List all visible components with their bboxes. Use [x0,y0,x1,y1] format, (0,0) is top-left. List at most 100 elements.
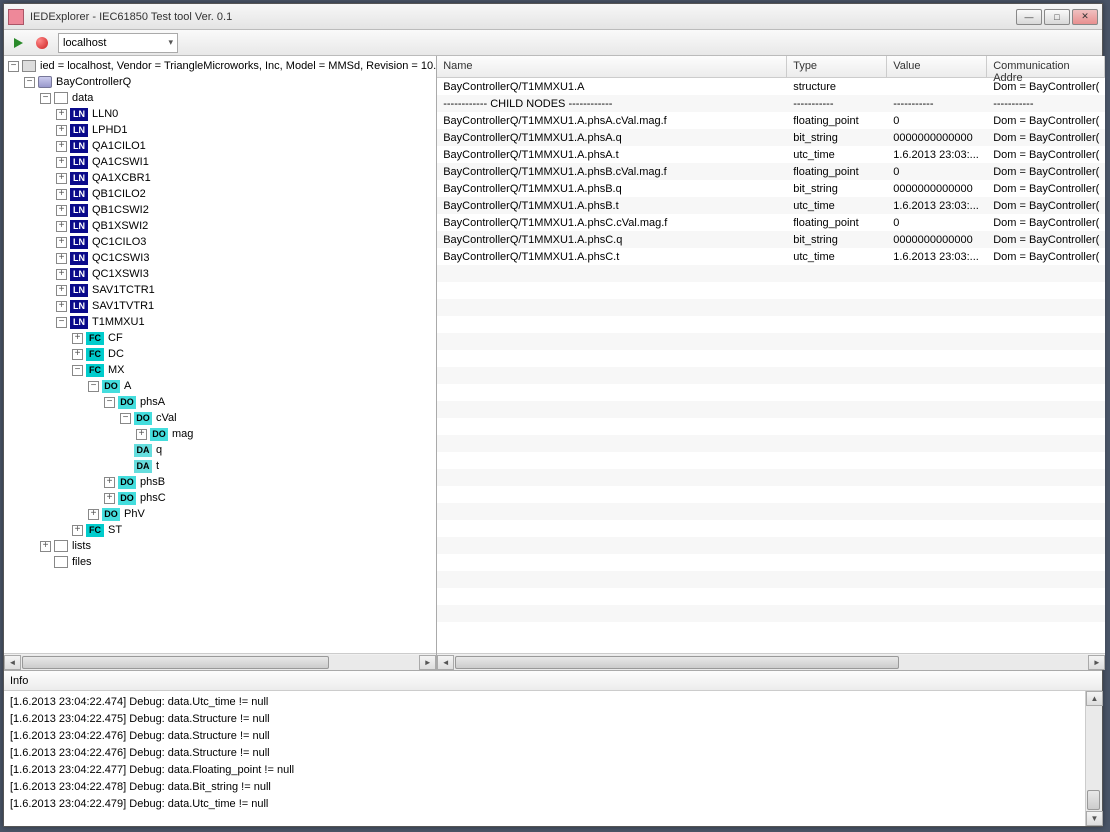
tree-ln-QC1CSWI3[interactable]: +LNQC1CSWI3 [4,250,436,266]
table-row[interactable]: BayControllerQ/T1MMXU1.A.phsA.tutc_time1… [437,146,1105,163]
tree-lists[interactable]: +lists [4,538,436,554]
tree-data[interactable]: −data [4,90,436,106]
fc-badge: FC [86,364,104,377]
host-combo[interactable]: localhost [58,33,178,53]
table-row[interactable]: ------------ CHILD NODES ---------------… [437,95,1105,112]
tree-root[interactable]: −ied = localhost, Vendor = TriangleMicro… [4,58,436,74]
expander-icon[interactable]: − [56,317,67,328]
expander-icon[interactable]: − [40,93,51,104]
tree-ln-QA1CSWI1[interactable]: +LNQA1CSWI1 [4,154,436,170]
expander-icon[interactable]: + [56,269,67,280]
data-grid[interactable]: NameTypeValueCommunication Addre BayCont… [437,56,1105,653]
expander-icon[interactable]: − [104,397,115,408]
expander-icon[interactable]: − [72,365,83,376]
table-row[interactable]: BayControllerQ/T1MMXU1.A.phsC.qbit_strin… [437,231,1105,248]
expander-icon[interactable]: + [56,173,67,184]
expander-icon[interactable]: + [56,157,67,168]
tree-node[interactable]: +FCDC [4,346,436,362]
tree-ln-QA1XCBR1[interactable]: +LNQA1XCBR1 [4,170,436,186]
tree-node[interactable]: −FCMX [4,362,436,378]
tree-node[interactable]: +DOphsC [4,490,436,506]
expander-icon[interactable]: + [56,301,67,312]
col-header[interactable]: Name [437,56,787,77]
expander-icon[interactable]: − [8,61,19,72]
tree-ln-QB1XSWI2[interactable]: +LNQB1XSWI2 [4,218,436,234]
log-body[interactable]: [1.6.2013 23:04:22.474] Debug: data.Utc_… [4,691,1085,826]
expander-icon[interactable]: + [56,285,67,296]
expander-icon[interactable]: + [56,221,67,232]
tree-files[interactable]: files [4,554,436,570]
scroll-up-icon[interactable]: ▲ [1086,691,1103,706]
expander-icon[interactable]: + [56,205,67,216]
table-row[interactable]: BayControllerQ/T1MMXU1.AstructureDom = B… [437,78,1105,95]
scroll-left-icon[interactable]: ◄ [4,655,21,670]
table-row[interactable]: BayControllerQ/T1MMXU1.A.phsC.cVal.mag.f… [437,214,1105,231]
tree-controller[interactable]: −BayControllerQ [4,74,436,90]
tree-ln-LPHD1[interactable]: +LNLPHD1 [4,122,436,138]
expander-icon[interactable]: + [72,333,83,344]
expander-icon[interactable]: + [56,109,67,120]
table-row[interactable]: BayControllerQ/T1MMXU1.A.phsC.tutc_time1… [437,248,1105,265]
col-header[interactable]: Value [887,56,987,77]
titlebar[interactable]: IEDExplorer - IEC61850 Test tool Ver. 0.… [4,4,1102,30]
scroll-down-icon[interactable]: ▼ [1086,811,1103,826]
play-icon [14,38,23,48]
tree-node[interactable]: +DOphsB [4,474,436,490]
col-header[interactable]: Communication Addre [987,56,1105,77]
table-row[interactable]: BayControllerQ/T1MMXU1.A.phsB.qbit_strin… [437,180,1105,197]
scroll-left-icon[interactable]: ◄ [437,655,454,670]
tree-ln-QA1CILO1[interactable]: +LNQA1CILO1 [4,138,436,154]
expander-icon[interactable]: − [24,77,35,88]
run-button[interactable] [10,35,26,51]
table-row[interactable]: BayControllerQ/T1MMXU1.A.phsA.qbit_strin… [437,129,1105,146]
tree-ln-QC1CILO3[interactable]: +LNQC1CILO3 [4,234,436,250]
tree-ln-LLN0[interactable]: +LNLLN0 [4,106,436,122]
tree-node[interactable]: −DOphsA [4,394,436,410]
tree-node[interactable]: +DOmag [4,426,436,442]
stop-button[interactable] [34,35,50,51]
tree-ln-SAV1TVTR1[interactable]: +LNSAV1TVTR1 [4,298,436,314]
expander-icon[interactable]: + [56,141,67,152]
scroll-right-icon[interactable]: ► [1088,655,1105,670]
close-button[interactable]: ✕ [1072,9,1098,25]
minimize-button[interactable]: — [1016,9,1042,25]
grid-hscroll[interactable]: ◄ ► [437,653,1105,670]
tree-node[interactable]: +FCST [4,522,436,538]
expander-icon[interactable]: + [72,525,83,536]
expander-icon[interactable]: − [120,413,131,424]
maximize-button[interactable]: □ [1044,9,1070,25]
expander-icon[interactable]: + [40,541,51,552]
tree-ln-T1MMXU1[interactable]: −LNT1MMXU1 [4,314,436,330]
scroll-right-icon[interactable]: ► [419,655,436,670]
col-header[interactable]: Type [787,56,887,77]
table-row[interactable]: BayControllerQ/T1MMXU1.A.phsB.cVal.mag.f… [437,163,1105,180]
table-row[interactable]: BayControllerQ/T1MMXU1.A.phsB.tutc_time1… [437,197,1105,214]
expander-icon[interactable]: + [88,509,99,520]
tree-ln-QC1XSWI3[interactable]: +LNQC1XSWI3 [4,266,436,282]
expander-icon[interactable]: + [104,493,115,504]
expander-icon[interactable]: + [136,429,147,440]
tree-view[interactable]: −ied = localhost, Vendor = TriangleMicro… [4,56,436,653]
ln-badge: LN [70,236,88,249]
tree-node[interactable]: −DOcVal [4,410,436,426]
table-row[interactable]: BayControllerQ/T1MMXU1.A.phsA.cVal.mag.f… [437,112,1105,129]
expander-icon[interactable]: + [72,349,83,360]
expander-icon[interactable]: − [88,381,99,392]
tree-node[interactable]: +FCCF [4,330,436,346]
window-title: IEDExplorer - IEC61850 Test tool Ver. 0.… [30,11,1016,23]
tree-node[interactable]: DAq [4,442,436,458]
tree-ln-QB1CSWI2[interactable]: +LNQB1CSWI2 [4,202,436,218]
expander-icon[interactable]: + [104,477,115,488]
log-line: [1.6.2013 23:04:22.477] Debug: data.Floa… [10,761,1079,778]
tree-node[interactable]: +DOPhV [4,506,436,522]
tree-ln-QB1CILO2[interactable]: +LNQB1CILO2 [4,186,436,202]
tree-hscroll[interactable]: ◄ ► [4,653,436,670]
expander-icon[interactable]: + [56,237,67,248]
tree-node[interactable]: DAt [4,458,436,474]
expander-icon[interactable]: + [56,253,67,264]
tree-ln-SAV1TCTR1[interactable]: +LNSAV1TCTR1 [4,282,436,298]
tree-do-A[interactable]: −DOA [4,378,436,394]
expander-icon[interactable]: + [56,125,67,136]
log-vscroll[interactable]: ▲ ▼ [1085,691,1102,826]
expander-icon[interactable]: + [56,189,67,200]
